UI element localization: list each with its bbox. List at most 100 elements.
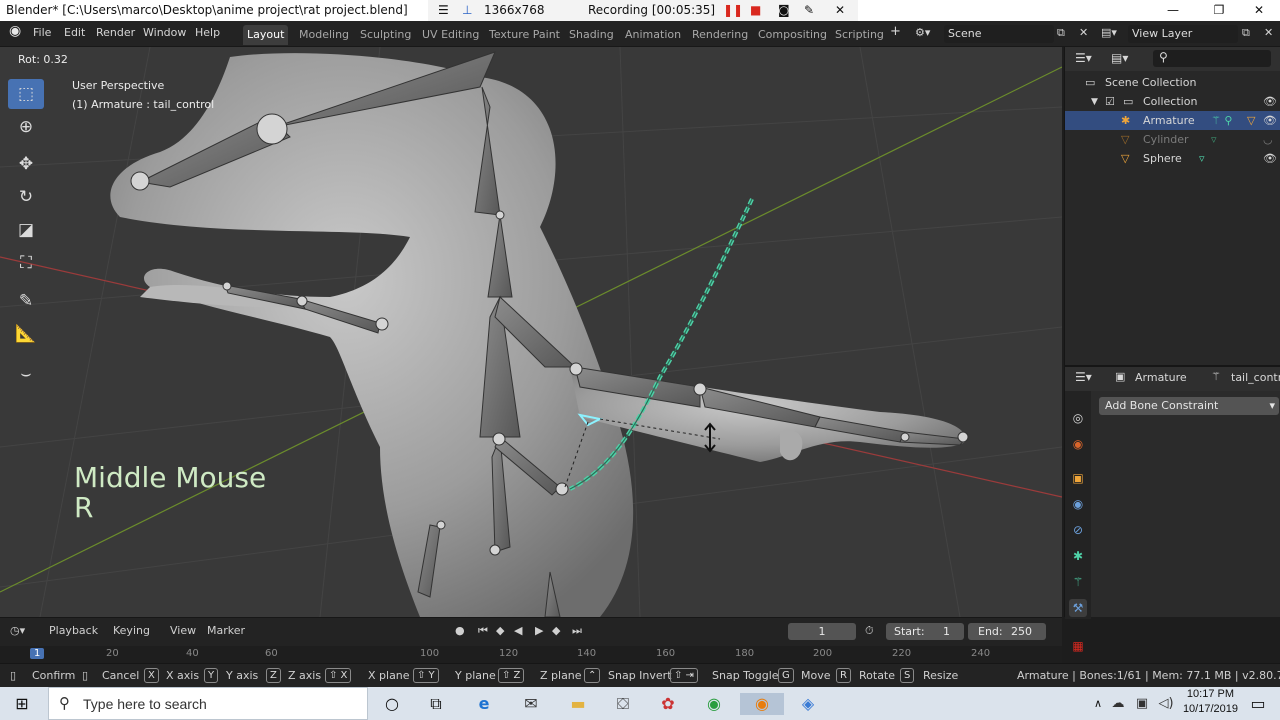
taskbar-clock[interactable]: 10:17 PM 10/17/2019 [1183,687,1238,717]
edge-icon[interactable]: e [472,693,496,715]
armature-data-tab-icon[interactable]: ✱ [1069,547,1087,565]
object-tab-icon[interactable]: ▣ [1069,469,1087,487]
onedrive-icon[interactable]: ☁ [1106,693,1130,715]
timeline-menu-view[interactable]: View [170,624,196,637]
volume-icon[interactable]: ◁) [1154,693,1178,715]
close-recording-icon[interactable]: ✕ [835,3,845,17]
hidden-eye-icon[interactable]: ◡ [1263,133,1273,146]
select-box-tool-icon[interactable]: ⬚ [8,79,44,109]
jump-end-icon[interactable]: ⏭ [572,624,582,638]
menu-render[interactable]: Render [96,26,135,39]
close-button[interactable]: ✕ [1236,0,1280,21]
camera-icon[interactable]: ◙ [778,3,790,17]
viewport-scene[interactable] [0,47,1062,617]
menu-window[interactable]: Window [143,26,186,39]
end-frame-field[interactable]: End: 250 [968,623,1046,640]
tab-compositing[interactable]: Compositing [754,25,831,45]
stop-icon[interactable]: ■ [750,3,761,17]
cursor-tool-icon[interactable]: ⊕ [8,112,44,142]
paint-icon[interactable]: ✿ [656,693,680,715]
transform-tool-icon[interactable]: ⛶ [8,248,44,278]
windows-start-icon[interactable]: ⊞ [10,693,34,715]
bone-constraint-tab-icon[interactable]: ⚒ [1069,599,1087,617]
menu-help[interactable]: Help [195,26,220,39]
physics-tab-icon[interactable]: ◉ [1069,495,1087,513]
pin-icon[interactable]: ⊥ [462,3,472,17]
filter-icon[interactable]: ▤▾ [1111,51,1128,65]
visibility-eye-icon[interactable]: 👁 [1263,114,1277,127]
play-icon[interactable]: ▶ [535,624,543,637]
playhead[interactable]: 1 [30,648,45,659]
tab-rendering[interactable]: Rendering [688,25,752,45]
tab-texture-paint[interactable]: Texture Paint [485,25,564,45]
timeline-menu-keying[interactable]: Keying [113,624,150,637]
tab-uv-editing[interactable]: UV Editing [418,25,483,45]
chrome-icon[interactable]: ◉ [702,693,726,715]
network-icon[interactable]: ▣ [1130,693,1154,715]
cortana-icon[interactable]: ○ [380,693,404,715]
prev-keyframe-icon[interactable]: ◆ [496,624,504,637]
rotate-tool-icon[interactable]: ↻ [8,182,44,212]
tab-sculpting[interactable]: Sculpting [356,25,415,45]
expand-arrow-icon[interactable]: ▼ [1091,97,1098,107]
add-workspace-icon[interactable]: + [890,24,901,39]
view-layer-field[interactable]: View Layer [1128,25,1238,43]
jump-start-icon[interactable]: ⏮ [478,624,488,638]
play-reverse-icon[interactable]: ◀ [514,624,522,637]
move-tool-icon[interactable]: ✥ [8,149,44,179]
tab-layout[interactable]: Layout [243,25,289,45]
measure-tool-icon[interactable]: 📐 [8,319,44,349]
display-mode-icon[interactable]: ☰▾ [1075,51,1092,65]
record-keyframe-icon[interactable]: ● [455,624,465,637]
outliner-item-armature[interactable]: ✱ Armature ⚚ ⚲ ▽ 👁 [1065,111,1280,130]
task-view-icon[interactable]: ⧉ [424,693,448,715]
current-frame-field[interactable]: 1 [788,623,856,640]
outliner-scene-collection[interactable]: ▭ Scene Collection [1065,73,1280,92]
mail-icon[interactable]: ✉ [519,693,543,715]
stopwatch-icon[interactable]: ⏱ [865,624,874,638]
next-keyframe-icon[interactable]: ◆ [552,624,560,637]
blender-logo-icon[interactable]: ◉ [9,23,21,39]
delete-view-layer-icon[interactable]: ✕ [1264,26,1273,39]
scene-icon[interactable]: ⚙▾ [915,26,930,39]
render-tab-icon[interactable]: ◎ [1069,409,1087,427]
minimize-button[interactable]: — [1150,0,1196,21]
visibility-eye-icon[interactable]: 👁 [1263,152,1277,165]
taskbar-search-input[interactable]: ⚲ Type here to search [48,687,368,720]
pause-icon[interactable]: ❚❚ [723,3,743,17]
checkbox-icon[interactable]: ☑ [1105,95,1115,108]
outliner-search-input[interactable]: ⚲ [1153,50,1271,67]
world-tab-icon[interactable]: ◉ [1069,435,1087,453]
add-bone-constraint-dropdown[interactable]: Add Bone Constraint ▾ [1099,397,1279,415]
new-view-layer-icon[interactable]: ⧉ [1242,26,1250,40]
timeline-menu-marker[interactable]: Marker [207,624,245,637]
3d-viewport[interactable]: Rot: 0.32 User Perspective (1) Armature … [0,47,1062,617]
texture-tab-icon[interactable]: ▦ [1069,637,1087,655]
annotate-tool-icon[interactable]: ✎ [8,286,44,316]
tab-modeling[interactable]: Modeling [295,25,353,45]
file-explorer-icon[interactable]: ▬ [566,693,590,715]
menu-edit[interactable]: Edit [64,26,85,39]
visibility-eye-icon[interactable]: 👁 [1263,95,1277,108]
store-icon[interactable]: ⛋ [611,693,635,715]
outliner-item-cylinder[interactable]: ▽ Cylinder ▿ ◡ [1065,130,1280,149]
new-scene-icon[interactable]: ⧉ [1057,26,1065,40]
tab-scripting[interactable]: Scripting [831,25,888,45]
timeline-menu-playback[interactable]: Playback [49,624,98,637]
editor-type-icon[interactable]: ☰▾ [1075,370,1092,384]
outliner-collection[interactable]: ▼ ☑ ▭ Collection 👁 [1065,92,1280,111]
outliner-item-sphere[interactable]: ▽ Sphere ▿ 👁 [1065,149,1280,168]
bone-tab-icon[interactable]: ⚚ [1069,573,1087,591]
roll-tool-icon[interactable]: ⌣ [8,359,44,389]
notifications-icon[interactable]: ▭ [1246,693,1270,715]
tab-shading[interactable]: Shading [565,25,618,45]
menu-icon[interactable]: ☰ [438,3,449,17]
tab-animation[interactable]: Animation [621,25,685,45]
menu-file[interactable]: File [33,26,51,39]
scene-field[interactable]: Scene [944,25,1054,43]
view-layer-icon[interactable]: ▤▾ [1101,26,1117,39]
start-frame-field[interactable]: Start: 1 [886,623,964,640]
blender-taskbar-icon[interactable]: ◉ [740,693,784,715]
pencil-icon[interactable]: ✎ [804,3,814,17]
timeline-ruler[interactable]: 1 20 40 60 100 120 140 160 180 200 220 2… [0,646,1062,664]
